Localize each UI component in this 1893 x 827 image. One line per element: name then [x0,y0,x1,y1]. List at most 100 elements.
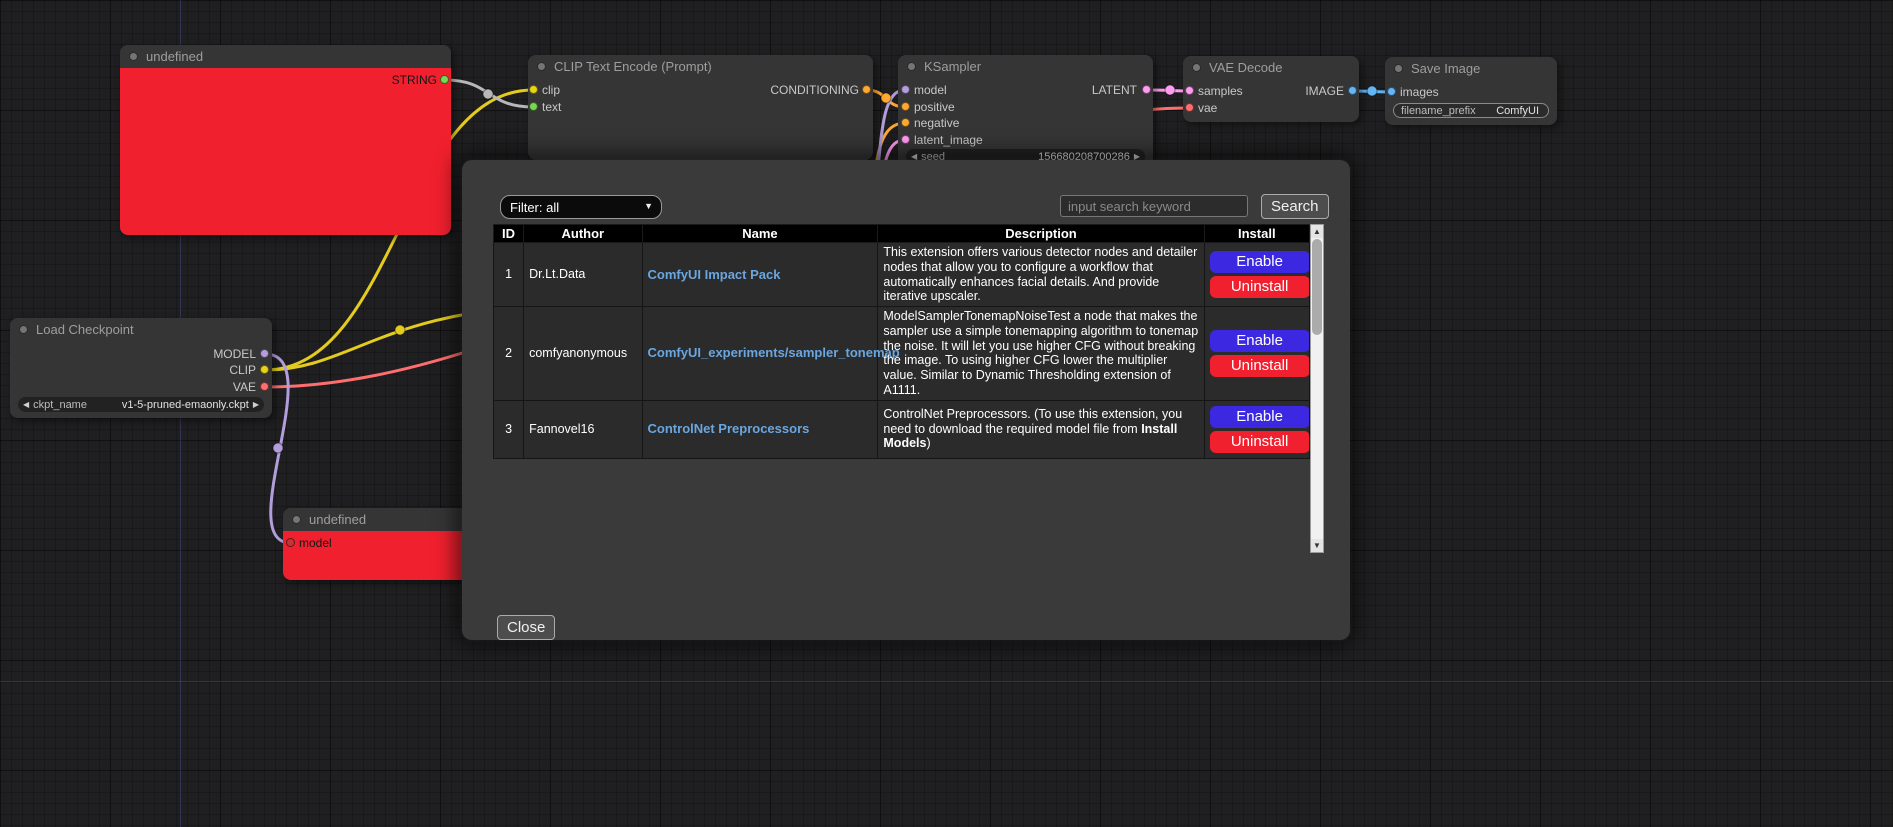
input-slot-dot-model[interactable] [286,538,295,547]
uninstall-button[interactable]: Uninstall [1210,276,1310,298]
node-title-bar[interactable]: Save Image [1385,57,1557,80]
collapse-dot-icon[interactable] [907,62,916,71]
stepper-right-icon[interactable]: ▶ [253,397,259,412]
extensions-table-wrap: ID Author Name Description Install 1 Dr.… [493,224,1310,553]
input-slot-dot-model[interactable] [901,85,910,94]
ckpt-name-widget[interactable]: ◀ ckpt_name v1-5-pruned-emaonly.ckpt ▶ [18,397,264,412]
enable-button[interactable]: Enable [1210,251,1310,273]
filter-select-wrap: Filter: all ▼ [500,195,662,219]
ext-description: ModelSamplerTonemapNoiseTest a node that… [878,307,1204,401]
input-slot-dot-negative[interactable] [901,118,910,127]
ext-id: 2 [494,307,524,401]
col-header-description: Description [878,225,1204,243]
uninstall-button[interactable]: Uninstall [1210,431,1310,453]
input-slot-dot-positive[interactable] [901,102,910,111]
col-header-name: Name [642,225,878,243]
ext-name-link[interactable]: ControlNet Preprocessors [648,421,810,436]
output-slot-label: IMAGE [1305,84,1344,98]
output-slot-dot-image[interactable] [1348,86,1357,95]
ext-author: Dr.Lt.Data [524,243,642,307]
widget-value: ComfyUI [1496,105,1539,117]
node-title: VAE Decode [1209,60,1282,75]
extensions-table: ID Author Name Description Install 1 Dr.… [493,224,1310,459]
scroll-down-icon[interactable]: ▼ [1311,539,1323,552]
collapse-dot-icon[interactable] [292,515,301,524]
node-clip-text-encode[interactable]: CLIP Text Encode (Prompt) clip text COND… [528,55,873,160]
filename-prefix-widget[interactable]: filename_prefix ComfyUI [1393,103,1549,118]
ext-id: 1 [494,243,524,307]
stepper-left-icon[interactable]: ◀ [23,397,29,412]
table-row: 3 Fannovel16 ControlNet Preprocessors Co… [494,400,1310,458]
node-ksampler[interactable]: KSampler model positive negative latent_… [898,55,1153,167]
input-slot-label: samples [1198,84,1243,98]
filter-select[interactable]: Filter: all [500,195,662,219]
search-button[interactable]: Search [1261,194,1329,219]
node-title-bar[interactable]: CLIP Text Encode (Prompt) [528,55,873,78]
input-slot-dot-images[interactable] [1387,87,1396,96]
input-slot-label: model [914,83,947,97]
output-slot-label: CLIP [229,363,256,377]
enable-button[interactable]: Enable [1210,406,1310,428]
output-slot-dot-model[interactable] [260,349,269,358]
collapse-dot-icon[interactable] [1192,63,1201,72]
ext-author: Fannovel16 [524,400,642,458]
col-header-install: Install [1204,225,1309,243]
node-load-checkpoint[interactable]: Load Checkpoint MODEL CLIP VAE ◀ ckpt_na… [10,318,272,418]
ext-description: ControlNet Preprocessors. (To use this e… [878,400,1204,458]
widget-label: filename_prefix [1401,105,1476,117]
uninstall-button[interactable]: Uninstall [1210,355,1310,377]
output-slot-label: STRING [392,73,437,87]
close-button[interactable]: Close [497,615,555,640]
node-error-body [120,68,451,235]
node-title-bar[interactable]: KSampler [898,55,1153,78]
input-slot-label: negative [914,116,959,130]
input-slot-label: clip [542,83,560,97]
search-input[interactable] [1060,195,1248,217]
node-undefined-top[interactable]: undefined STRING [120,45,451,235]
input-slot-label: vae [1198,101,1217,115]
output-slot-dot-string[interactable] [440,75,449,84]
ext-name-link[interactable]: ComfyUI_experiments/sampler_tonemap [648,345,900,360]
col-header-author: Author [524,225,642,243]
collapse-dot-icon[interactable] [19,325,28,334]
table-header-row: ID Author Name Description Install [494,225,1310,243]
input-slot-label: positive [914,100,955,114]
node-vae-decode[interactable]: VAE Decode samples vae IMAGE [1183,56,1359,122]
node-title-bar[interactable]: Load Checkpoint [10,318,272,341]
table-row: 1 Dr.Lt.Data ComfyUI Impact Pack This ex… [494,243,1310,307]
widget-label: ckpt_name [33,399,87,411]
node-title: CLIP Text Encode (Prompt) [554,59,712,74]
node-save-image[interactable]: Save Image images filename_prefix ComfyU… [1385,57,1557,125]
collapse-dot-icon[interactable] [129,52,138,61]
table-scrollbar[interactable]: ▲ ▼ [1310,224,1324,553]
output-slot-dot-latent[interactable] [1142,85,1151,94]
custom-nodes-manager-dialog: Filter: all ▼ Search ID Author Name Desc… [462,160,1350,640]
node-title-bar[interactable]: undefined [120,45,451,68]
output-slot-label: LATENT [1092,83,1137,97]
input-slot-dot-text[interactable] [529,102,538,111]
input-slot-label: model [299,536,332,550]
node-title: undefined [309,512,366,527]
ext-name-link[interactable]: ComfyUI Impact Pack [648,267,781,282]
input-slot-dot-samples[interactable] [1185,86,1194,95]
collapse-dot-icon[interactable] [537,62,546,71]
ext-description: This extension offers various detector n… [878,243,1204,307]
collapse-dot-icon[interactable] [1394,64,1403,73]
ext-author: comfyanonymous [524,307,642,401]
output-slot-dot-vae[interactable] [260,382,269,391]
output-slot-label: VAE [233,380,256,394]
table-row: 2 comfyanonymous ComfyUI_experiments/sam… [494,307,1310,401]
enable-button[interactable]: Enable [1210,330,1310,352]
node-title: Save Image [1411,61,1480,76]
widget-value: v1-5-pruned-emaonly.ckpt [122,399,249,411]
scroll-up-icon[interactable]: ▲ [1311,225,1323,238]
input-slot-dot-vae[interactable] [1185,103,1194,112]
input-slot-label: text [542,100,561,114]
scrollbar-thumb[interactable] [1312,239,1322,335]
output-slot-dot-conditioning[interactable] [862,85,871,94]
input-slot-dot-clip[interactable] [529,85,538,94]
node-title: undefined [146,49,203,64]
input-slot-dot-latent-image[interactable] [901,135,910,144]
node-title-bar[interactable]: VAE Decode [1183,56,1359,79]
output-slot-dot-clip[interactable] [260,365,269,374]
